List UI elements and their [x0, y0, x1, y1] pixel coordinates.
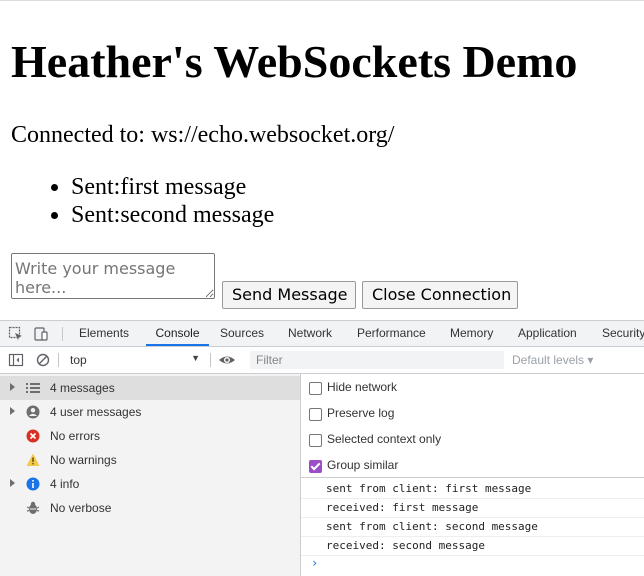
message-input[interactable] — [11, 253, 215, 299]
console-toolbar: top ▼ Default levels ▾ — [0, 347, 644, 374]
user-icon — [26, 405, 40, 419]
clear-console-icon[interactable] — [35, 352, 51, 368]
close-connection-button[interactable]: Close Connection — [362, 281, 518, 309]
sidebar-item-warnings[interactable]: No warnings — [0, 448, 300, 472]
console-log-line: sent from client: first message — [301, 480, 644, 499]
toolbar-divider — [58, 353, 59, 367]
devtools-tabbar: Elements Console Sources Network Perform… — [0, 321, 644, 347]
devtools-panel: Elements Console Sources Network Perform… — [0, 320, 644, 576]
info-icon — [26, 477, 40, 491]
tab-performance[interactable]: Performance — [357, 321, 426, 346]
console-log-line: received: second message — [301, 537, 644, 556]
sidebar-item-verbose[interactable]: No verbose — [0, 496, 300, 520]
expand-arrow-icon[interactable] — [10, 383, 15, 391]
expand-arrow-icon[interactable] — [10, 407, 15, 415]
send-message-button[interactable]: Send Message — [222, 281, 356, 309]
error-icon — [26, 429, 40, 443]
sidebar-item-label: No verbose — [50, 501, 112, 515]
log-levels-dropdown[interactable]: Default levels ▾ — [512, 353, 593, 367]
message-list: Sent:first message Sent:second message — [11, 173, 274, 229]
page-title: Heather's WebSockets Demo — [11, 36, 578, 87]
sidebar-item-user-messages[interactable]: 4 user messages — [0, 400, 300, 424]
inspect-element-icon[interactable] — [8, 326, 24, 342]
console-sidebar: 4 messages 4 user messages No errors No … — [0, 374, 301, 576]
option-label: Group similar — [327, 458, 399, 472]
tab-console[interactable]: Console — [146, 321, 209, 346]
preserve-log-checkbox[interactable] — [309, 408, 322, 421]
sidebar-item-errors[interactable]: No errors — [0, 424, 300, 448]
list-icon — [26, 381, 40, 395]
device-toolbar-icon[interactable] — [33, 326, 49, 342]
sidebar-item-label: 4 user messages — [50, 405, 142, 419]
context-select[interactable]: top ▼ — [64, 351, 204, 369]
option-label: Selected context only — [327, 432, 442, 446]
caret-down-icon: ▼ — [191, 353, 200, 363]
tab-network[interactable]: Network — [288, 321, 332, 346]
hide-network-checkbox[interactable] — [309, 382, 322, 395]
tab-sources[interactable]: Sources — [220, 321, 264, 346]
tab-elements[interactable]: Elements — [79, 321, 129, 346]
option-label: Preserve log — [327, 406, 395, 420]
sidebar-item-label: No errors — [50, 429, 101, 443]
message-item: Sent:first message — [71, 173, 274, 201]
console-prompt-icon[interactable]: › — [311, 556, 318, 570]
sidebar-item-label: No warnings — [50, 453, 117, 467]
eye-icon[interactable] — [218, 352, 235, 368]
sidebar-item-label: 4 info — [50, 477, 80, 491]
filter-input[interactable] — [250, 351, 504, 369]
warning-icon — [26, 453, 40, 467]
demo-page: Heather's WebSockets Demo Connected to: … — [0, 0, 644, 320]
expand-arrow-icon[interactable] — [10, 479, 15, 487]
sidebar-item-info[interactable]: 4 info — [0, 472, 300, 496]
sidebar-toggle-icon[interactable] — [8, 352, 24, 368]
console-log-line: received: first message — [301, 499, 644, 518]
group-similar-checkbox[interactable] — [309, 460, 322, 473]
toolbar-divider — [210, 353, 211, 367]
console-settings: Hide network Preserve log Selected conte… — [301, 374, 644, 478]
sidebar-item-label: 4 messages — [50, 381, 115, 395]
connection-status: Connected to: ws://echo.websocket.org/ — [11, 122, 395, 148]
console-messages: sent from client: first message received… — [301, 478, 644, 576]
selected-context-checkbox[interactable] — [309, 434, 322, 447]
message-item: Sent:second message — [71, 201, 274, 229]
tabbar-divider — [62, 327, 63, 341]
verbose-icon — [26, 501, 40, 515]
tab-memory[interactable]: Memory — [450, 321, 493, 346]
tab-security[interactable]: Security — [602, 321, 644, 346]
console-log-line: sent from client: second message — [301, 518, 644, 537]
context-label: top — [70, 353, 87, 367]
option-label: Hide network — [327, 380, 398, 394]
tab-application[interactable]: Application — [518, 321, 577, 346]
sidebar-item-messages[interactable]: 4 messages — [0, 376, 300, 400]
